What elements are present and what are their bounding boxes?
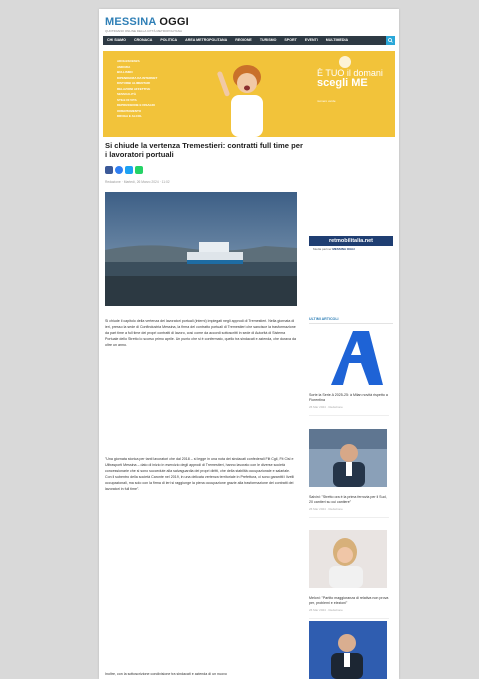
post-date: 26 Mar 2024 · Redazione	[309, 608, 343, 612]
sidebar-ad-caption: Media partner MESSINA OGGI	[313, 247, 355, 251]
article-photo-ferry	[105, 192, 297, 306]
ad-caption-brand: MESSINA OGGI	[332, 247, 355, 251]
site-logo[interactable]: MESSINA OGGI QUOTIDIANO ONLINE DELLA CIT…	[105, 16, 195, 33]
article-paragraph-1: Si chiude il capitolo della vertenza dei…	[105, 319, 296, 347]
sidebar-post[interactable]	[309, 621, 389, 679]
search-icon	[388, 38, 393, 43]
sidebar-post[interactable]: Salvini: "Stretto ora è la prima ferrovi…	[309, 429, 389, 518]
article-paragraph-3: Inoltre, con la sottoscrizione condivisi…	[105, 672, 227, 676]
twitter-share-icon[interactable]	[125, 166, 133, 174]
banner-topic-list: ADOLESCENZA AMICIZIA BULLISMO DIPENDENZA…	[117, 59, 187, 120]
logo-tagline: QUOTIDIANO ONLINE DELLA CITTÀ METROPOLIT…	[105, 29, 182, 33]
article-paragraph-2: "Una giornata storica per tanti lavorato…	[105, 457, 294, 491]
banner-topic: DROGA E ALCOL	[117, 114, 142, 118]
nav-item-cronaca[interactable]: CRONACA	[130, 36, 156, 45]
slogan-line2: scegli ME	[317, 77, 368, 89]
nav-item-multimedia[interactable]: MULTIMEDIA	[322, 36, 352, 45]
messenger-share-icon[interactable]	[115, 166, 123, 174]
logo-oggi: OGGI	[159, 16, 189, 28]
post-thumbnail	[309, 327, 387, 385]
nav-item-regione[interactable]: REGIONE	[231, 36, 256, 45]
share-buttons	[105, 166, 143, 174]
search-button[interactable]	[386, 36, 395, 45]
ad-caption-prefix: Media partner	[313, 247, 332, 251]
banner-slogan: È TUO il domani scegli ME numero verde	[317, 69, 383, 104]
sidebar-ad-banner[interactable]: retmobilitalia.net	[309, 236, 393, 246]
nav-item-politica[interactable]: POLITICA	[156, 36, 181, 45]
post-title: Meloni: "Partito maggioranza di relativa…	[309, 596, 389, 605]
main-nav: CHI SIAMO CRONACA POLITICA AREA METROPOL…	[103, 36, 395, 45]
post-thumbnail	[309, 621, 387, 679]
article-meta: Redazione · Martedì, 26 Marzo 2024 · 11:…	[105, 180, 170, 184]
nav-item-eventi[interactable]: EVENTI	[301, 36, 322, 45]
banner-kid-image	[217, 65, 263, 137]
facebook-share-icon[interactable]	[105, 166, 113, 174]
post-title: Salvini: "Stretto ora è la prima ferrovi…	[309, 495, 387, 504]
page: MESSINA OGGI QUOTIDIANO ONLINE DELLA CIT…	[99, 9, 399, 679]
article-title: Si chiude la vertenza Tremestieri: contr…	[105, 141, 303, 159]
post-title: Sorte la Serie A 2025-25: à Milan novità…	[309, 393, 388, 402]
sidebar-post[interactable]: Meloni: "Partito maggioranza di relativa…	[309, 530, 389, 619]
post-thumbnail	[309, 530, 387, 588]
banner-logo-icon	[339, 56, 351, 68]
nav-item-sport[interactable]: SPORT	[280, 36, 300, 45]
post-date: 26 Mar 2024 · Redazione	[309, 507, 343, 511]
slogan-small: numero verde	[317, 99, 336, 103]
nav-item-area-metropolitana[interactable]: AREA METROPOLITANA	[181, 36, 231, 45]
nav-item-chi-siamo[interactable]: CHI SIAMO	[103, 36, 130, 45]
ad-banner[interactable]: ADOLESCENZA AMICIZIA BULLISMO DIPENDENZA…	[103, 51, 395, 137]
nav-item-turismo[interactable]: TURISMO	[256, 36, 281, 45]
post-date: 26 Mar 2024 · Redazione	[309, 405, 343, 409]
sidebar-heading: ULTIMI ARTICOLI	[309, 317, 393, 324]
post-thumbnail	[309, 429, 387, 487]
whatsapp-share-icon[interactable]	[135, 166, 143, 174]
logo-messina: MESSINA	[105, 16, 157, 28]
sidebar-post[interactable]: Sorte la Serie A 2025-25: à Milan novità…	[309, 327, 389, 416]
